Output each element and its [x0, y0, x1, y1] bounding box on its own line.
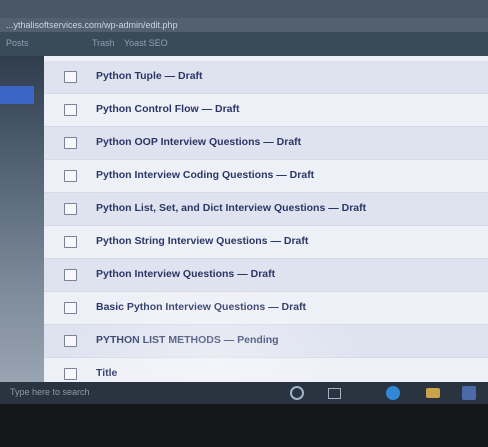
- post-checkbox[interactable]: [64, 137, 77, 149]
- post-title-link[interactable]: PYTHON LIST METHODS — Pending: [96, 333, 279, 347]
- post-title-link[interactable]: Python Interview Questions — Draft: [96, 267, 275, 281]
- cortana-icon[interactable]: [290, 386, 304, 400]
- windows-taskbar: Type here to search: [0, 382, 488, 404]
- posts-list: Python Tuple — Draft Python Control Flow…: [44, 56, 488, 404]
- post-title-link[interactable]: Title: [96, 366, 117, 380]
- admin-sidebar: [0, 56, 44, 386]
- post-checkbox[interactable]: [64, 368, 77, 380]
- monitor-screen: ...ythalisoftservices.com/wp-admin/edit.…: [0, 0, 488, 404]
- post-row[interactable]: Python Control Flow — Draft: [44, 94, 488, 127]
- post-checkbox[interactable]: [64, 335, 77, 347]
- post-title-link[interactable]: Python String Interview Questions — Draf…: [96, 234, 308, 248]
- task-view-icon[interactable]: [328, 388, 341, 399]
- address-url[interactable]: ...ythalisoftservices.com/wp-admin/edit.…: [6, 18, 178, 32]
- post-row[interactable]: Python String Interview Questions — Draf…: [44, 226, 488, 259]
- post-title-link[interactable]: Python OOP Interview Questions — Draft: [96, 135, 301, 149]
- post-row[interactable]: Python OOP Interview Questions — Draft: [44, 127, 488, 160]
- store-icon[interactable]: [462, 386, 476, 400]
- post-row[interactable]: Python List, Set, and Dict Interview Que…: [44, 193, 488, 226]
- post-row[interactable]: Basic Python Interview Questions — Draft: [44, 292, 488, 325]
- post-row[interactable]: PYTHON LIST METHODS — Pending: [44, 325, 488, 358]
- post-checkbox[interactable]: [64, 71, 77, 83]
- admin-bar-item-yoast[interactable]: Yoast SEO: [124, 38, 168, 48]
- post-checkbox[interactable]: [64, 104, 77, 116]
- file-explorer-icon[interactable]: [426, 388, 440, 398]
- post-checkbox[interactable]: [64, 269, 77, 281]
- post-row[interactable]: Python Interview Coding Questions — Draf…: [44, 160, 488, 193]
- post-title-link[interactable]: Python Interview Coding Questions — Draf…: [96, 168, 314, 182]
- post-checkbox[interactable]: [64, 236, 77, 248]
- photo-frame: ...ythalisoftservices.com/wp-admin/edit.…: [0, 0, 488, 447]
- post-title-link[interactable]: Python Tuple — Draft: [96, 69, 203, 83]
- post-title-link[interactable]: Basic Python Interview Questions — Draft: [96, 300, 306, 314]
- post-checkbox[interactable]: [64, 203, 77, 215]
- edge-browser-icon[interactable]: [386, 386, 400, 400]
- post-checkbox[interactable]: [64, 302, 77, 314]
- sidebar-item-posts[interactable]: [0, 86, 34, 104]
- post-title-link[interactable]: Python Control Flow — Draft: [96, 102, 240, 116]
- wp-admin-bar: Posts Trash Yoast SEO: [0, 32, 488, 56]
- taskbar-search-box[interactable]: Type here to search: [10, 387, 90, 397]
- browser-address-bar[interactable]: ...ythalisoftservices.com/wp-admin/edit.…: [0, 18, 488, 32]
- admin-bar-item-trash[interactable]: Trash: [92, 38, 115, 48]
- post-row[interactable]: Python Tuple — Draft: [44, 61, 488, 94]
- admin-bar-item-posts[interactable]: Posts: [6, 38, 29, 48]
- post-title-link[interactable]: Python List, Set, and Dict Interview Que…: [96, 201, 366, 215]
- post-row[interactable]: Python Interview Questions — Draft: [44, 259, 488, 292]
- post-checkbox[interactable]: [64, 170, 77, 182]
